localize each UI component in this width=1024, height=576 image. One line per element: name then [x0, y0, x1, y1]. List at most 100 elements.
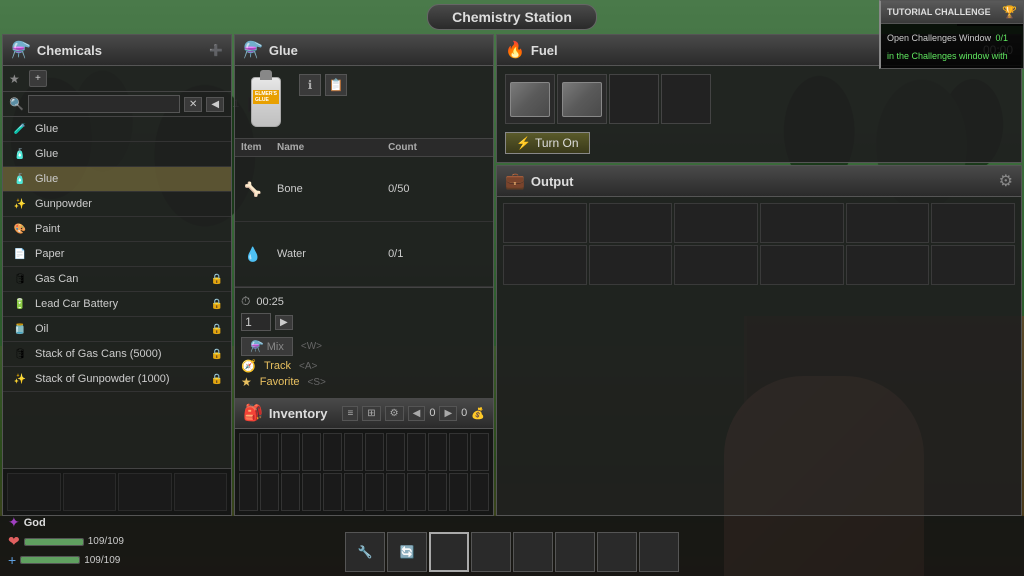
inv-slot[interactable] [365, 433, 384, 471]
inv-slot[interactable] [470, 433, 489, 471]
output-slot[interactable] [760, 203, 844, 243]
col-item: Item [235, 139, 271, 157]
grid-button[interactable]: ⊞ [362, 406, 380, 421]
list-item[interactable]: 🧴 Glue [3, 167, 231, 192]
output-slot[interactable] [503, 203, 587, 243]
item-icon: ✨ [11, 370, 29, 388]
inv-slot[interactable] [407, 473, 426, 511]
inv-slot[interactable] [281, 433, 300, 471]
inv-slot[interactable] [365, 473, 384, 511]
output-slot[interactable] [931, 245, 1015, 285]
quantity-increase-button[interactable]: ▶ [275, 315, 293, 330]
hotbar-slot[interactable] [471, 532, 511, 572]
inv-slot[interactable] [449, 433, 468, 471]
fuel-slot[interactable] [609, 74, 659, 124]
sort-button[interactable]: ≡ [342, 406, 358, 421]
inv-slot[interactable] [407, 433, 426, 471]
add-item-button[interactable]: + [29, 70, 47, 87]
item-icon: 🧴 [11, 170, 29, 188]
inv-slot[interactable] [344, 433, 363, 471]
output-slot[interactable] [760, 245, 844, 285]
inv-slot[interactable] [428, 433, 447, 471]
output-slot[interactable] [503, 245, 587, 285]
hotbar-slot-active[interactable] [429, 532, 469, 572]
recipe-book-button[interactable]: 📋 [325, 74, 347, 96]
options-button[interactable]: ⚙ [385, 406, 404, 421]
output-icon: 💼 [505, 171, 525, 191]
inv-slot[interactable] [386, 433, 405, 471]
next-inv-button[interactable]: ▶ [439, 406, 457, 421]
output-slot[interactable] [846, 203, 930, 243]
fuel-slot[interactable] [557, 74, 607, 124]
chemicals-toolbar: ★ + [3, 66, 231, 92]
list-item[interactable]: 🛢 Stack of Gas Cans (5000) 🔒 [3, 342, 231, 367]
inv-slot[interactable] [239, 433, 258, 471]
output-slot[interactable] [931, 203, 1015, 243]
hotbar-slot[interactable] [639, 532, 679, 572]
chem-slot[interactable] [118, 473, 172, 511]
item-icon: ✨ [11, 195, 29, 213]
inv-slot[interactable] [281, 473, 300, 511]
tutorial-detail: in the Challenges window with [887, 51, 1008, 61]
chem-slot[interactable] [63, 473, 117, 511]
output-slot[interactable] [846, 245, 930, 285]
hotbar: 🔧 🔄 [345, 532, 679, 572]
list-item[interactable]: 🎨 Paint [3, 217, 231, 242]
hotbar-slot[interactable] [513, 532, 553, 572]
output-slot[interactable] [589, 203, 673, 243]
inv-slot[interactable] [302, 473, 321, 511]
ingredient-row: 💧 Water 0/1 [235, 222, 493, 287]
inv-slot[interactable] [344, 473, 363, 511]
inv-slot[interactable] [260, 473, 279, 511]
quantity-input[interactable] [241, 313, 271, 331]
hotbar-slot[interactable] [555, 532, 595, 572]
fuel-slot[interactable] [661, 74, 711, 124]
favorite-row[interactable]: ★ Favorite <S> [241, 374, 487, 390]
prev-page-button[interactable]: ◀ [206, 97, 224, 112]
output-slot[interactable] [589, 245, 673, 285]
inv-slot[interactable] [428, 473, 447, 511]
list-item[interactable]: ✨ Gunpowder [3, 192, 231, 217]
inv-slot[interactable] [302, 433, 321, 471]
fuel-slot[interactable] [505, 74, 555, 124]
item-icon: 🧴 [11, 145, 29, 163]
list-item[interactable]: 🧴 Glue [3, 142, 231, 167]
list-item[interactable]: 🔋 Lead Car Battery 🔒 [3, 292, 231, 317]
chem-slot[interactable] [7, 473, 61, 511]
inv-slot[interactable] [239, 473, 258, 511]
chemicals-panel: ⚗️ Chemicals ➕ ★ + 🔍 ✕ ◀ 1 ▶ 🧪 Glue [2, 34, 232, 516]
recipe-quick-actions: ℹ 📋 [299, 72, 347, 96]
output-slot[interactable] [674, 203, 758, 243]
output-slot[interactable] [674, 245, 758, 285]
search-input[interactable] [28, 95, 180, 113]
star-filter-icon[interactable]: ★ [9, 72, 25, 86]
recipe-info-button[interactable]: ℹ [299, 74, 321, 96]
clear-search-button[interactable]: ✕ [184, 97, 202, 112]
hotbar-slot[interactable]: 🔧 [345, 532, 385, 572]
health-fill [25, 539, 83, 545]
mix-button[interactable]: ⚗️ Mix [241, 337, 293, 356]
hotbar-slot[interactable] [597, 532, 637, 572]
list-item[interactable]: 🛢 Gas Can 🔒 [3, 267, 231, 292]
inv-slot[interactable] [470, 473, 489, 511]
inv-slot[interactable] [449, 473, 468, 511]
stamina-icon: + [8, 552, 16, 568]
hotbar-slot[interactable]: 🔄 [387, 532, 427, 572]
chem-slot[interactable] [174, 473, 228, 511]
item-name: Oil [35, 323, 211, 335]
list-item[interactable]: ✨ Stack of Gunpowder (1000) 🔒 [3, 367, 231, 392]
metal-plate-icon [562, 82, 602, 117]
list-item[interactable]: 🫙 Oil 🔒 [3, 317, 231, 342]
tutorial-counter: 0/1 [996, 33, 1009, 43]
hotbar-refresh-icon: 🔄 [400, 545, 415, 559]
prev-inv-button[interactable]: ◀ [408, 406, 426, 421]
inv-slot[interactable] [323, 433, 342, 471]
inv-slot[interactable] [323, 473, 342, 511]
ingredient-row: 🦴 Bone 0/50 [235, 157, 493, 222]
track-row[interactable]: 🧭 Track <A> [241, 358, 487, 374]
list-item[interactable]: 🧪 Glue [3, 117, 231, 142]
list-item[interactable]: 📄 Paper [3, 242, 231, 267]
inv-slot[interactable] [386, 473, 405, 511]
turn-on-button[interactable]: ⚡ Turn On [505, 132, 590, 154]
inv-slot[interactable] [260, 433, 279, 471]
